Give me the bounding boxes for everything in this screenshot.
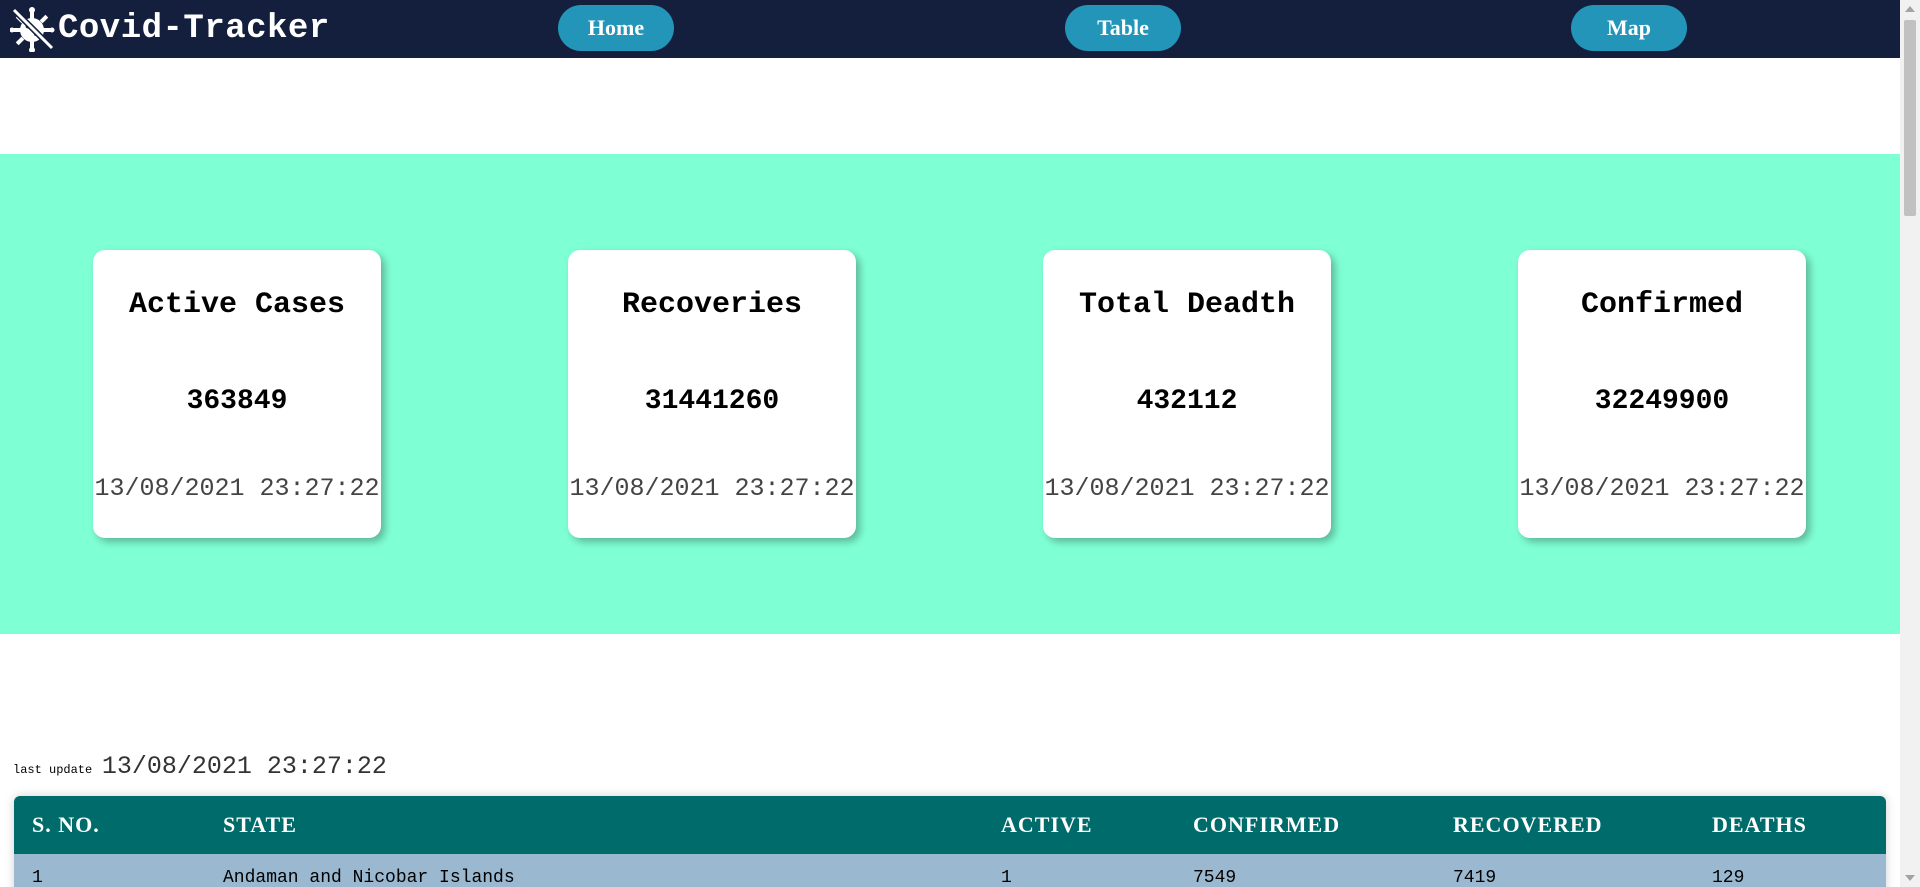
page-scrollbar[interactable] — [1900, 0, 1920, 887]
nav-table-button[interactable]: Table — [1065, 5, 1181, 51]
header-state: STATE — [223, 812, 297, 837]
covid-virus-icon — [10, 7, 55, 52]
card-date: 13/08/2021 23:27:22 — [569, 474, 855, 503]
cell-active: 1 — [1001, 868, 1012, 887]
card-title: Total Deadth — [1078, 288, 1296, 322]
card-value: 31441260 — [644, 386, 780, 417]
last-update-label: last update — [13, 763, 93, 777]
states-table: S. NO. STATE ACTIVE CONFIRMED RECOVERED … — [14, 796, 1886, 887]
confirmed-card: Confirmed 32249900 13/08/2021 23:27:22 — [1518, 250, 1806, 538]
card-date: 13/08/2021 23:27:22 — [1519, 474, 1805, 503]
cell-sno: 1 — [32, 868, 43, 887]
card-title: Recoveries — [621, 288, 803, 322]
cell-deaths: 129 — [1712, 868, 1745, 887]
last-update-value: 13/08/2021 23:27:22 — [101, 752, 387, 781]
active-cases-card: Active Cases 363849 13/08/2021 23:27:22 — [93, 250, 381, 538]
card-date: 13/08/2021 23:27:22 — [94, 474, 380, 503]
card-date: 13/08/2021 23:27:22 — [1044, 474, 1330, 503]
header-recovered: RECOVERED — [1453, 812, 1603, 837]
cell-confirmed: 7549 — [1193, 868, 1237, 887]
card-title: Confirmed — [1580, 288, 1744, 322]
scroll-down-icon[interactable] — [1905, 875, 1915, 881]
last-update: last update 13/08/2021 23:27:22 — [13, 752, 387, 781]
card-value: 32249900 — [1594, 386, 1730, 417]
stats-section: Active Cases 363849 13/08/2021 23:27:22 … — [0, 154, 1900, 634]
scrollbar-thumb[interactable] — [1904, 20, 1916, 216]
header-deaths: DEATHS — [1712, 812, 1807, 837]
brand-title: Covid-Tracker — [58, 10, 330, 48]
card-value: 363849 — [186, 386, 288, 417]
header-active: ACTIVE — [1001, 812, 1093, 837]
navbar: Covid-Tracker Home Table Map — [0, 0, 1900, 58]
cell-state: Andaman and Nicobar Islands — [223, 868, 515, 887]
nav-map-button[interactable]: Map — [1571, 5, 1687, 51]
table-row: 1 Andaman and Nicobar Islands 1 7549 741… — [14, 854, 1886, 887]
total-deaths-card: Total Deadth 432112 13/08/2021 23:27:22 — [1043, 250, 1331, 538]
header-confirmed: CONFIRMED — [1193, 812, 1341, 837]
brand[interactable]: Covid-Tracker — [10, 4, 330, 54]
recoveries-card: Recoveries 31441260 13/08/2021 23:27:22 — [568, 250, 856, 538]
table-header-row: S. NO. STATE ACTIVE CONFIRMED RECOVERED … — [14, 796, 1886, 854]
card-value: 432112 — [1136, 386, 1238, 417]
cell-recovered: 7419 — [1453, 868, 1497, 887]
scroll-up-icon[interactable] — [1905, 6, 1915, 12]
card-title: Active Cases — [128, 288, 346, 322]
nav-home-button[interactable]: Home — [558, 5, 674, 51]
page: Covid-Tracker Home Table Map Active Case… — [0, 0, 1900, 887]
header-sno: S. NO. — [32, 812, 100, 837]
